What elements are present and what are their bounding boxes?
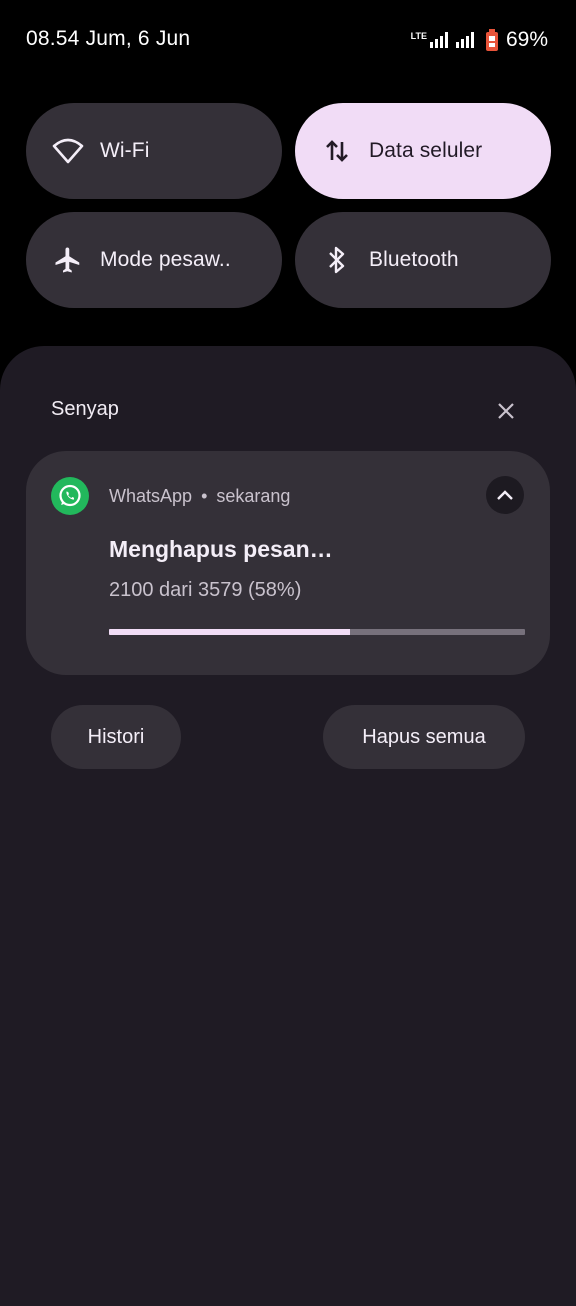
wifi-icon — [52, 135, 84, 167]
history-button[interactable]: Histori — [51, 705, 181, 769]
wifi-tile-label: Wi-Fi — [100, 139, 150, 162]
clear-all-button[interactable]: Hapus semua — [323, 705, 525, 769]
lte-signal-icon: LTE — [410, 30, 427, 41]
airplane-mode-tile-label: Mode pesaw.. — [100, 248, 231, 271]
notification-separator: • — [201, 486, 208, 506]
bluetooth-icon — [321, 244, 353, 276]
whatsapp-icon — [51, 477, 89, 515]
battery-icon — [485, 29, 498, 51]
bluetooth-tile[interactable]: Bluetooth — [295, 212, 551, 308]
collapse-notification-button[interactable] — [486, 476, 524, 514]
status-icons: LTE 69% — [411, 27, 548, 53]
signal-icon — [455, 32, 474, 48]
dismiss-section-button[interactable] — [490, 395, 522, 427]
notification-time: sekarang — [216, 486, 291, 506]
chevron-up-icon — [497, 490, 513, 500]
mobile-data-tile-label: Data seluler — [369, 139, 483, 162]
notification-title: Menghapus pesan… — [109, 536, 333, 562]
close-icon — [498, 403, 514, 419]
signal-icon — [429, 32, 448, 48]
mobile-data-icon — [321, 135, 353, 167]
notification-progress-fill — [109, 629, 351, 635]
wifi-tile[interactable]: Wi-Fi — [26, 103, 282, 199]
bluetooth-tile-label: Bluetooth — [369, 248, 459, 271]
notification-text: 2100 dari 3579 (58%) — [109, 579, 302, 601]
battery-percent: 69% — [505, 28, 548, 51]
airplane-icon — [52, 244, 84, 276]
status-time-date: 08.54 Jum, 6 Jun — [26, 27, 191, 50]
section-title: Senyap — [51, 398, 119, 420]
notification-app-name: WhatsApp — [109, 486, 193, 506]
notification-header: WhatsApp • sekarang — [109, 486, 290, 507]
airplane-mode-tile[interactable]: Mode pesaw.. — [26, 212, 282, 308]
mobile-data-tile[interactable]: Data seluler — [295, 103, 551, 199]
notification-progress-bar — [109, 629, 525, 635]
status-bar: 08.54 Jum, 6 Jun LTE 69% — [0, 0, 576, 80]
notification-card[interactable]: WhatsApp • sekarang Menghapus pesan… 210… — [26, 451, 550, 675]
